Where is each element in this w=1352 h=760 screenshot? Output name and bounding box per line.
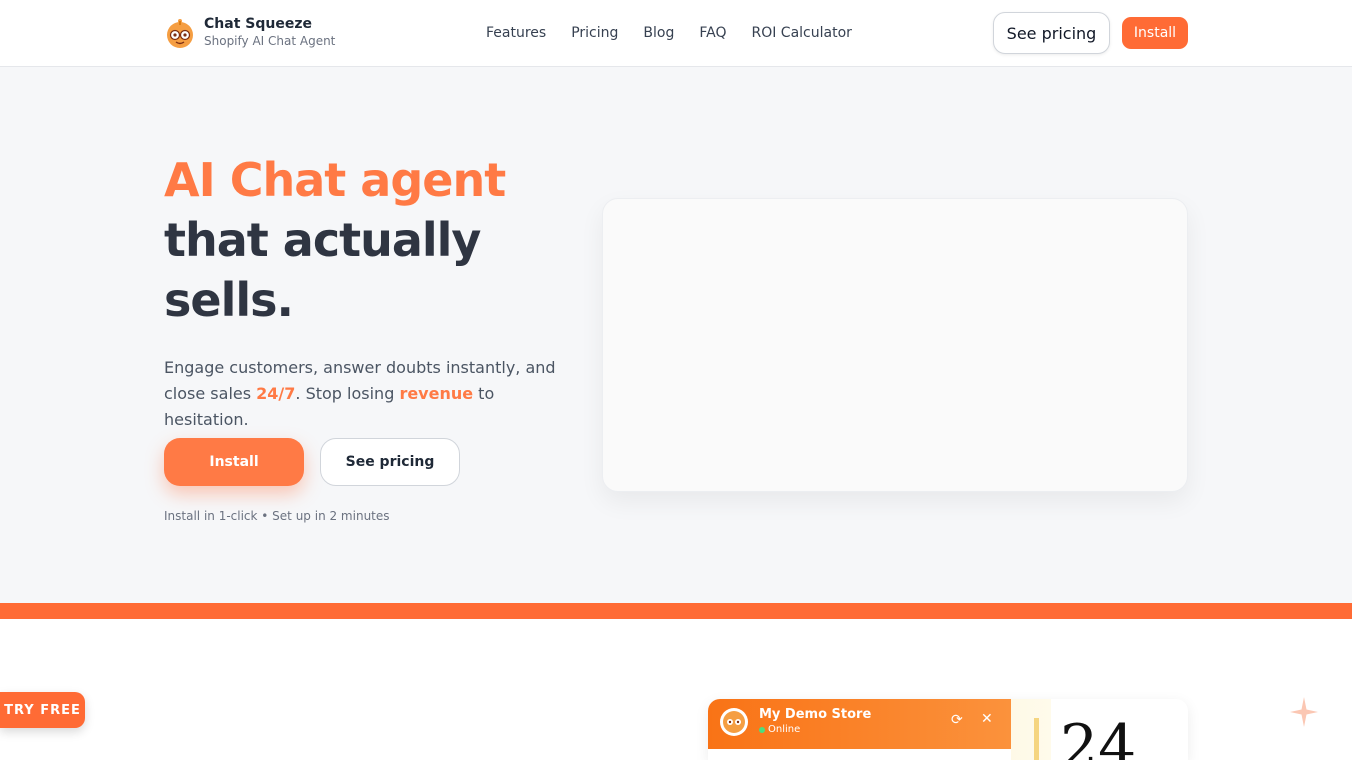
header-install-button[interactable]: Install (1122, 17, 1188, 49)
hero-desc-text-2: . Stop losing (295, 384, 400, 403)
stat-highlight-bg (1011, 699, 1051, 760)
hero-desc-highlight-revenue: revenue (399, 384, 474, 403)
header-see-pricing-button[interactable]: See pricing (993, 12, 1110, 54)
brand-name: Chat Squeeze (204, 16, 312, 32)
stat-accent-bar (1034, 718, 1039, 760)
refresh-icon[interactable]: ⟳ (951, 712, 963, 728)
robot-mascot-icon (723, 711, 745, 733)
nav-pricing[interactable]: Pricing (571, 24, 618, 42)
demo-preview-panel: My Demo Store Online ⟳ ✕ 24 (708, 699, 1188, 760)
hero-install-note: Install in 1-click • Set up in 2 minutes (164, 509, 390, 523)
main-nav: Features Pricing Blog FAQ ROI Calculator (486, 24, 877, 42)
nav-blog[interactable]: Blog (643, 24, 674, 42)
section-divider-band (0, 603, 1352, 619)
brand-tagline: Shopify AI Chat Agent (204, 34, 336, 48)
hero-see-pricing-button[interactable]: See pricing (320, 438, 460, 486)
hero-title-line2: that actually (164, 213, 481, 267)
hero-description: Engage customers, answer doubts instantl… (164, 355, 564, 433)
chat-widget-header: My Demo Store Online ⟳ ✕ (708, 699, 1011, 749)
chat-status: Online (768, 724, 801, 735)
chat-store-name: My Demo Store (759, 707, 872, 722)
robot-mascot-icon (167, 18, 193, 48)
hero-title: AI Chat agent that actually sells. (164, 150, 506, 330)
sparkle-icon (1290, 697, 1318, 727)
hero-desc-highlight-247: 24/7 (256, 384, 296, 403)
hero-install-button[interactable]: Install (164, 438, 304, 486)
hero-media-card[interactable] (602, 198, 1188, 492)
store-avatar (720, 708, 748, 736)
nav-faq[interactable]: FAQ (699, 24, 726, 42)
chat-body (708, 749, 1011, 760)
site-header: Chat Squeeze Shopify AI Chat Agent Featu… (0, 0, 1352, 67)
nav-features[interactable]: Features (486, 24, 546, 42)
online-status-dot (759, 727, 765, 733)
brand[interactable]: Chat Squeeze Shopify AI Chat Agent (164, 16, 335, 49)
try-free-button[interactable]: TRY FREE (0, 692, 85, 728)
stat-big-number: 24 (1060, 712, 1137, 760)
nav-roi-calculator[interactable]: ROI Calculator (751, 24, 851, 42)
close-icon[interactable]: ✕ (981, 711, 993, 727)
hero-title-accent: AI Chat agent (164, 153, 506, 207)
hero-title-line3: sells. (164, 273, 294, 327)
